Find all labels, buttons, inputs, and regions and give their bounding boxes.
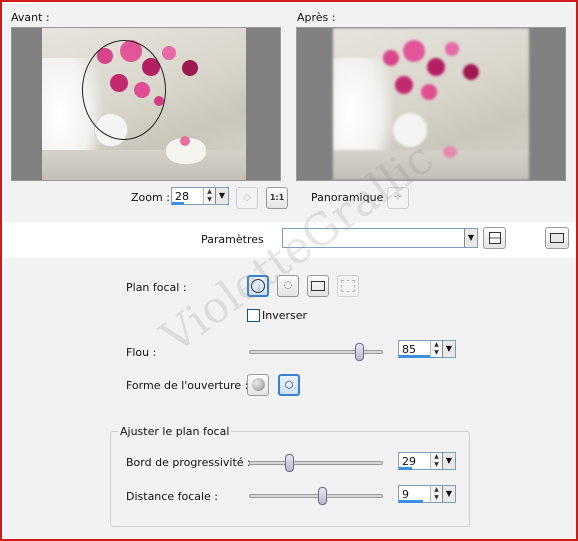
focal-shape-freehand-button[interactable]: ◌ — [277, 275, 299, 297]
feather-stepper[interactable]: 29 ▲ ▼ ▼ — [398, 452, 456, 470]
focal-ellipse[interactable] — [82, 40, 166, 140]
floppy-disk-icon — [488, 232, 501, 244]
zoom-dropdown-icon[interactable]: ▼ — [215, 188, 228, 204]
feather-dropdown-icon[interactable]: ▼ — [442, 453, 455, 469]
dashed-rectangle-icon — [341, 280, 355, 292]
focal-shape-ellipse-button[interactable] — [247, 275, 269, 297]
feather-progress — [399, 467, 412, 470]
dialog-frame: Avant : Après : Zoom: 28 ▲ ▼ ▼ ◇ 1:1 Pa… — [0, 0, 578, 541]
focal-distance-slider-thumb[interactable] — [318, 487, 327, 505]
focal-plane-label: Plan focal : — [126, 281, 187, 294]
blur-slider-thumb[interactable] — [355, 343, 364, 361]
parameters-dropdown[interactable]: ▼ — [282, 228, 478, 248]
one-to-one-icon: 1:1 — [269, 193, 285, 202]
parameters-label: Paramètres — [201, 233, 264, 246]
feather-label: Bord de progressivité : — [126, 456, 251, 469]
invert-checkbox[interactable] — [247, 309, 260, 322]
zoom-stepper[interactable]: 28 ▲ ▼ ▼ — [171, 187, 229, 205]
zoom-fit-button[interactable]: ◇ — [236, 187, 258, 209]
before-label: Avant : — [11, 11, 50, 24]
feather-slider-thumb[interactable] — [285, 454, 294, 472]
pan-label: Panoramique : — [311, 191, 391, 204]
before-photo — [42, 28, 246, 180]
after-photo — [333, 28, 529, 180]
chevron-down-icon[interactable]: ▼ — [464, 229, 477, 247]
fit-icon: ◇ — [243, 192, 251, 203]
feather-spin-icon[interactable]: ▲ ▼ — [430, 453, 442, 469]
move-icon: ✛ — [393, 192, 403, 203]
before-preview[interactable] — [11, 27, 281, 181]
focal-shape-rectangle-button[interactable] — [307, 275, 329, 297]
settings-panel: Plan focal : ◌ Inverser Flou : 85 ▲ ▼ ▼ F… — [4, 258, 576, 539]
feather-slider-track[interactable] — [249, 461, 383, 465]
focal-distance-label: Distance focale : — [126, 490, 219, 503]
invert-label: Inverser — [262, 309, 308, 322]
blur-label: Flou : — [126, 346, 157, 359]
circle-icon — [251, 378, 265, 391]
aperture-label: Forme de l'ouverture : — [126, 379, 249, 392]
blur-dropdown-icon[interactable]: ▼ — [442, 341, 455, 357]
after-preview — [296, 27, 566, 181]
parameters-bar: Paramètres ▼ — [4, 222, 576, 258]
zoom-progress — [172, 202, 184, 205]
actual-size-button[interactable]: 1:1 — [266, 187, 288, 209]
after-label: Après : — [297, 11, 336, 24]
blur-spin-icon[interactable]: ▲ ▼ — [430, 341, 442, 357]
reset-preset-button[interactable] — [545, 227, 569, 249]
focal-distance-spin-icon[interactable]: ▲ ▼ — [430, 486, 442, 502]
rectangle-icon — [311, 281, 325, 291]
focal-distance-stepper[interactable]: 9 ▲ ▼ ▼ — [398, 485, 456, 503]
focal-shape-none-button[interactable] — [337, 275, 359, 297]
preset-folder-icon — [550, 233, 564, 243]
blur-stepper[interactable]: 85 ▲ ▼ ▼ — [398, 340, 456, 358]
zoom-spin-icon[interactable]: ▲ ▼ — [203, 188, 215, 204]
ellipse-icon — [251, 279, 265, 293]
aperture-hexagon-button[interactable]: ⬡ — [278, 374, 300, 396]
save-preset-button[interactable] — [483, 227, 506, 249]
focal-distance-dropdown-icon[interactable]: ▼ — [442, 486, 455, 502]
adjust-group-label: Ajuster le plan focal — [118, 425, 232, 438]
hexagon-icon: ⬡ — [284, 380, 294, 391]
focal-distance-progress — [399, 500, 423, 503]
pan-button[interactable]: ✛ — [387, 187, 409, 209]
aperture-round-button[interactable] — [247, 374, 269, 396]
adjust-focal-plane-group — [110, 431, 470, 527]
lasso-icon: ◌ — [283, 280, 293, 291]
preview-area: Avant : Après : Zoom: 28 ▲ ▼ ▼ ◇ 1:1 Pa… — [4, 4, 576, 222]
focal-distance-slider-track[interactable] — [249, 494, 383, 498]
zoom-label: Zoom : — [131, 191, 170, 204]
